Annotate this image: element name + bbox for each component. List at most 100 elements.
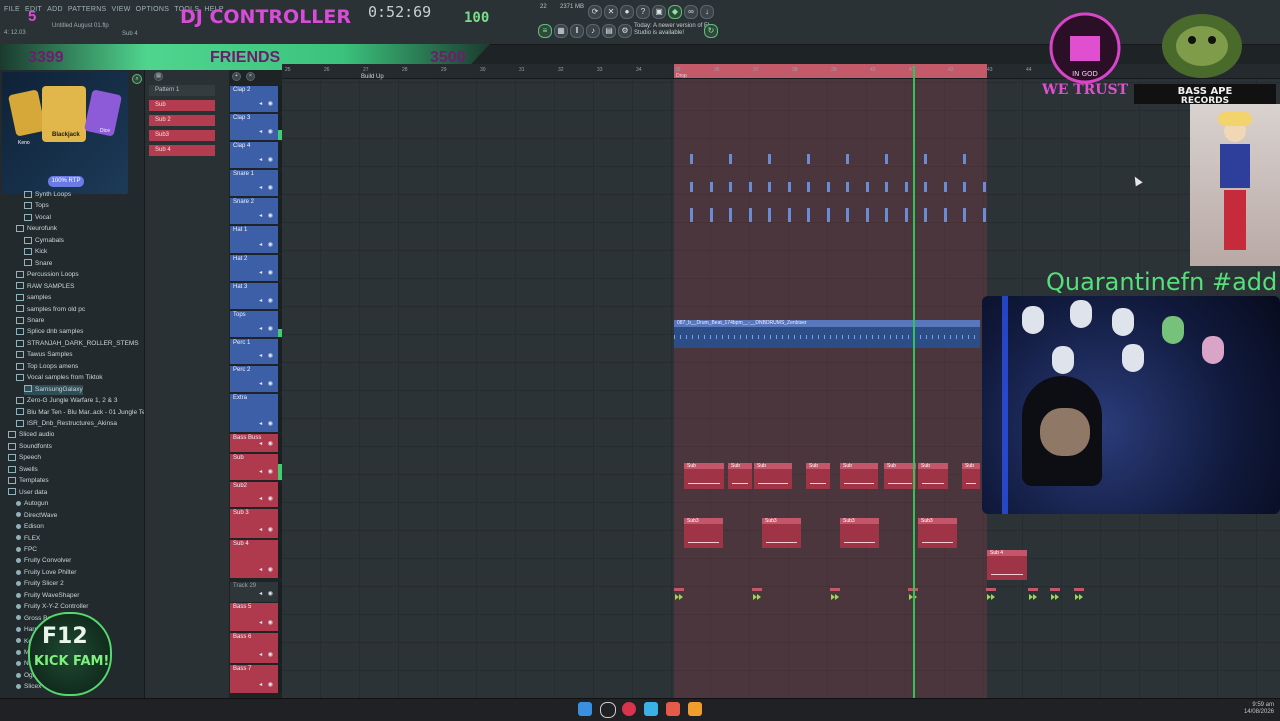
drum-note[interactable] <box>768 208 771 222</box>
drum-note[interactable] <box>846 154 849 164</box>
browser-item[interactable]: samples <box>16 293 51 303</box>
browser-item[interactable]: Percussion Loops <box>16 270 79 280</box>
search-icon[interactable]: ⌕ <box>132 74 142 84</box>
drum-note[interactable] <box>729 208 732 222</box>
pattern-menu-icon[interactable]: ▤ <box>154 72 163 81</box>
download-icon[interactable]: ↓ <box>700 5 714 19</box>
opera-icon[interactable] <box>622 702 636 716</box>
clip-sub4[interactable]: Sub 4 <box>987 550 1027 580</box>
track-controls-icon[interactable]: ◂ ◉ <box>259 352 275 361</box>
drum-note[interactable] <box>807 208 810 222</box>
start-icon[interactable] <box>578 702 592 716</box>
browser-item[interactable]: samples from old pc <box>16 305 85 315</box>
track-controls-icon[interactable]: ◂ ◉ <box>259 269 275 278</box>
track-controls-icon[interactable]: ◂ ◉ <box>259 420 275 429</box>
browser-item[interactable]: Sliced audio <box>8 430 54 440</box>
pattern-item[interactable]: Sub 2 <box>149 115 215 126</box>
drum-note[interactable] <box>943 182 947 192</box>
browser-item[interactable]: DirectWave <box>16 511 57 521</box>
drum-note[interactable] <box>748 208 752 222</box>
clip-sub[interactable]: Sub <box>962 463 980 489</box>
drum-note[interactable] <box>924 154 927 164</box>
pattern-item[interactable]: Pattern 1 <box>149 85 215 96</box>
browser-icon[interactable]: ▤ <box>602 24 616 38</box>
browser-item[interactable]: Fruity WaveShaper <box>16 591 79 601</box>
drum-note[interactable] <box>748 182 752 192</box>
track-controls-icon[interactable]: ◂ ◉ <box>259 526 275 535</box>
mixer-icon[interactable]: ‖ <box>570 24 584 38</box>
snap-icon[interactable]: ⟳ <box>588 5 602 19</box>
drum-note[interactable] <box>924 208 927 222</box>
drum-note[interactable] <box>846 182 849 192</box>
automation-clip[interactable] <box>1028 588 1038 600</box>
clip-sub[interactable]: Sub <box>884 463 916 489</box>
track-controls-icon[interactable]: ◂ ◉ <box>259 325 275 334</box>
menu-item[interactable]: OPTIONS <box>136 6 170 13</box>
browser-item[interactable]: Neurofunk <box>16 224 57 234</box>
drum-note[interactable] <box>690 182 693 192</box>
track-controls-icon[interactable]: ◂ ◉ <box>259 241 275 250</box>
clip-sub3[interactable]: Sub3 <box>840 518 879 548</box>
track-header[interactable]: Clap 2 ◂ ◉ <box>230 86 278 112</box>
track-header[interactable]: Snare 1 ◂ ◉ <box>230 170 278 196</box>
browser-item[interactable]: Top Loops amens <box>16 362 78 372</box>
refresh-icon[interactable]: ↻ <box>704 24 718 38</box>
track-header[interactable]: Sub ◂ ◉ <box>230 454 278 480</box>
track-header[interactable]: Sub2 ◂ ◉ <box>230 482 278 507</box>
automation-clip[interactable] <box>830 588 840 600</box>
clip-sub[interactable]: Sub <box>728 463 752 489</box>
clip-sub[interactable]: Sub <box>840 463 878 489</box>
browser-item[interactable]: Autogun <box>16 499 48 509</box>
automation-clip[interactable] <box>1074 588 1084 600</box>
drum-note[interactable] <box>709 208 713 222</box>
drum-note[interactable] <box>729 182 732 192</box>
browser-item[interactable]: Fruity Slicer 2 <box>16 579 64 589</box>
link-icon[interactable]: ∞ <box>684 5 698 19</box>
track-header[interactable]: Bass 6 ◂ ◉ <box>230 633 278 663</box>
track-controls-icon[interactable]: ◂ ◉ <box>259 212 275 221</box>
track-header[interactable]: Bass 7 ◂ ◉ <box>230 665 278 693</box>
browser-item[interactable]: Soundfonts <box>8 442 52 452</box>
drum-note[interactable] <box>982 208 986 222</box>
drum-note[interactable] <box>807 154 810 164</box>
automation-clip[interactable] <box>674 588 684 600</box>
track-controls-icon[interactable]: ◂ ◉ <box>259 495 275 504</box>
drum-note[interactable] <box>904 208 908 222</box>
drum-note[interactable] <box>690 208 693 222</box>
drum-note[interactable] <box>865 182 869 192</box>
channel-rack-icon[interactable]: ▦ <box>554 24 568 38</box>
drum-note[interactable] <box>982 182 986 192</box>
track-controls-icon[interactable]: ◂ ◉ <box>259 380 275 389</box>
track-header[interactable]: Track 29 ◂ ◉ <box>230 582 278 602</box>
browser-item[interactable]: Fruity Convolver <box>16 556 71 566</box>
drum-note[interactable] <box>924 182 927 192</box>
pattern-item[interactable]: Sub <box>149 100 215 111</box>
track-header[interactable]: Perc 2 ◂ ◉ <box>230 366 278 392</box>
browser-item[interactable]: Slicex <box>16 682 41 692</box>
playlist-icon[interactable]: ≡ <box>538 24 552 38</box>
browser-item[interactable]: Templates <box>8 476 49 486</box>
track-controls-icon[interactable]: ◂ ◉ <box>259 128 275 137</box>
clip-sub[interactable]: Sub <box>918 463 948 489</box>
track-header[interactable]: Hat 1 ◂ ◉ <box>230 226 278 253</box>
automation-clip[interactable] <box>1050 588 1060 600</box>
marker-build-up[interactable]: Build Up <box>361 74 384 80</box>
pattern-item[interactable]: Sub 4 <box>149 145 215 156</box>
browser-item[interactable]: Vocal <box>24 213 51 223</box>
clip-sub[interactable]: Sub <box>754 463 792 489</box>
browser-item[interactable]: Fruity X-Y-Z Controller <box>16 602 88 612</box>
track-header[interactable]: Snare 2 ◂ ◉ <box>230 198 278 224</box>
track-header[interactable]: Hat 2 ◂ ◉ <box>230 255 278 281</box>
browser-item[interactable]: Splice dnb samples <box>16 327 83 337</box>
clip-sub3[interactable]: Sub3 <box>762 518 801 548</box>
drum-note[interactable] <box>826 182 830 192</box>
pattern-add-icon[interactable]: + <box>232 72 241 81</box>
clip-sub3[interactable]: Sub3 <box>918 518 957 548</box>
automation-clip[interactable] <box>986 588 996 600</box>
marker-drop[interactable]: Drop <box>676 73 687 79</box>
drum-note[interactable] <box>963 182 966 192</box>
track-controls-icon[interactable]: ◂ ◉ <box>259 619 275 628</box>
browser-item[interactable]: Snare <box>16 316 44 326</box>
browser-item[interactable]: Edison <box>16 522 44 532</box>
drum-note[interactable] <box>768 182 771 192</box>
